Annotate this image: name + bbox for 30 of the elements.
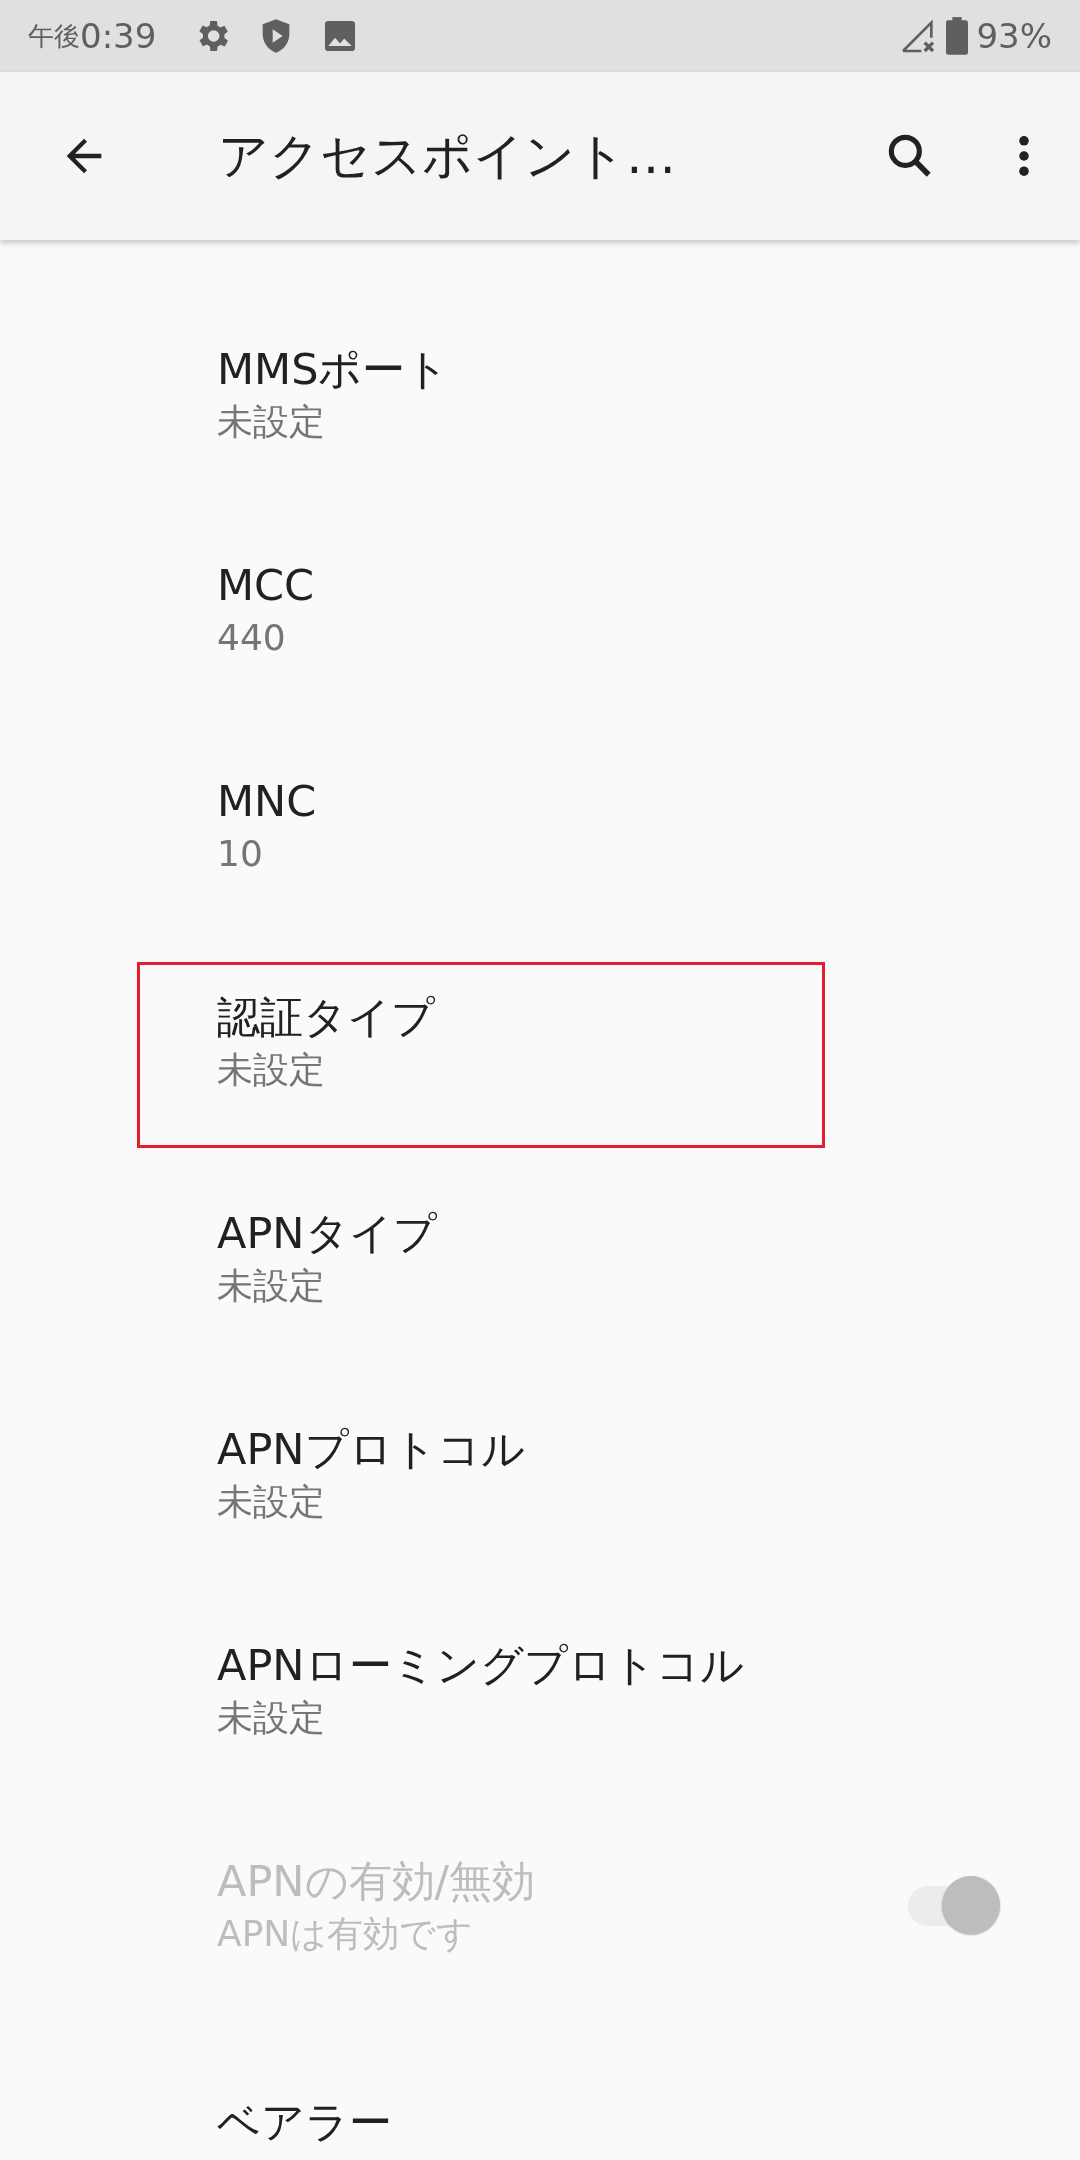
preference-title: MMSポート [217, 343, 451, 396]
preference-summary: 440 [217, 616, 287, 660]
preference-title: MCC [217, 559, 316, 612]
preference-item[interactable]: APNタイプ 未設定 [0, 1150, 1080, 1366]
preference-title: APNタイプ [217, 1207, 438, 1260]
preference-item[interactable]: MMSポート 未設定 [0, 286, 1080, 502]
battery-icon [946, 17, 969, 55]
preference-item[interactable]: APNプロトコル 未設定 [0, 1366, 1080, 1582]
preference-summary: 未設定 [217, 1480, 326, 1524]
preference-summary: 未設定 [217, 1264, 326, 1308]
clock: 0:39 [80, 16, 157, 56]
preference-summary: APNは有効です [217, 1912, 475, 1956]
preference-title: 認証タイプ [217, 991, 436, 1044]
preference-item[interactable]: MNC 10 [0, 718, 1080, 934]
preference-item[interactable]: APNローミングプロトコル 未設定 [0, 1582, 1080, 1798]
preference-title: MNC [217, 775, 318, 828]
preference-summary: 10 [217, 832, 264, 876]
preference-title: APNプロトコル [217, 1423, 526, 1476]
preference-summary: 未設定 [217, 1696, 326, 1740]
time-prefix: 午後 [28, 19, 80, 53]
preference-summary: 未設定 [217, 400, 326, 444]
preference-title: ベアラー [217, 2096, 393, 2149]
preference-title: APNの有効/無効 [217, 1855, 536, 1908]
preference-summary: 未設定 [217, 1048, 326, 1092]
battery-percentage: 93% [976, 16, 1052, 56]
preference-item[interactable]: MCC 440 [0, 502, 1080, 718]
preference-title: APNローミングプロトコル [217, 1639, 745, 1692]
preference-item[interactable]: ベアラー [0, 2014, 1080, 2160]
screen-title: アクセスポイント… [218, 125, 677, 187]
preference-item[interactable]: 認証タイプ 未設定 [0, 934, 1080, 1150]
